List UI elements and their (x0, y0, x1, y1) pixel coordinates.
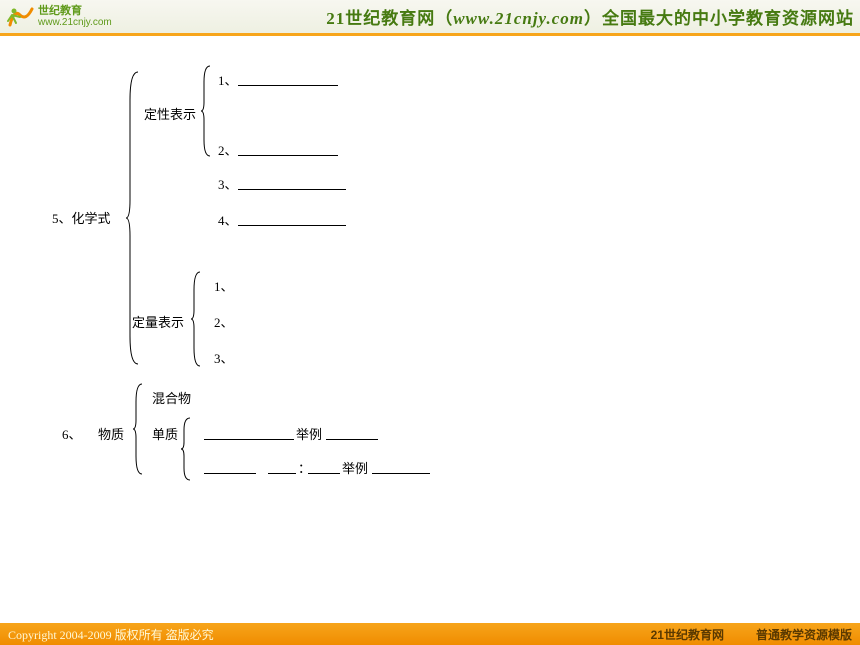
footer-bar: Copyright 2004-2009 版权所有 盗版必究 21世纪教育网 普通… (0, 623, 860, 645)
compound-blank-3[interactable] (308, 458, 340, 474)
compound-blank-1[interactable] (204, 458, 256, 474)
brace-icon (190, 270, 204, 368)
header-title: 21世纪教育网（www.21cnjy.com）全国最大的中小学教育资源网站 (326, 4, 854, 29)
example-b-blank[interactable] (372, 458, 430, 474)
brace-icon (132, 382, 146, 476)
q2-label: 2、 (218, 140, 238, 159)
site-logo: 世纪教育 www.21cnjy.com (6, 3, 112, 31)
q3-blank[interactable] (238, 174, 346, 190)
q2-blank[interactable] (238, 140, 338, 156)
quantitative-label: 定量表示 (132, 312, 184, 331)
logo-text: 世纪教育 www.21cnjy.com (38, 6, 112, 28)
example-a-blank[interactable] (326, 424, 378, 440)
example-a-label: 举例 (296, 424, 322, 443)
pure-simple-label: 单质 (152, 424, 178, 443)
q3-label: 3、 (218, 174, 238, 193)
qq3-label: 3、 (214, 348, 234, 367)
footer-site: 21世纪教育网 (651, 626, 724, 643)
section6-subject: 物质 (98, 424, 124, 443)
copyright-text: Copyright 2004-2009 版权所有 盗版必究 (8, 626, 214, 643)
header-title-url: www.21cnjy.com (453, 9, 584, 28)
qq1-label: 1、 (214, 276, 234, 295)
qq2-label: 2、 (214, 312, 234, 331)
logo-icon (6, 3, 34, 31)
example-b-label: 举例 (342, 458, 368, 477)
footer-template: 普通教学资源模版 (756, 626, 852, 643)
q1-label: 1、 (218, 70, 238, 89)
brace-icon (180, 416, 194, 482)
brace-icon (200, 64, 214, 158)
header-title-suffix: ）全国最大的中小学教育资源网站 (584, 9, 854, 28)
q4-label: 4、 (218, 210, 238, 229)
document-content: 5、化学式 定性表示 1、 2、 3、 4、 定量表示 1、 2、 3、 6、 … (0, 36, 860, 623)
logo-url: www.21cnjy.com (38, 17, 112, 28)
section6-label: 6、 (62, 424, 82, 443)
header-title-prefix: 21世纪教育网（ (326, 9, 453, 28)
qualitative-label: 定性表示 (144, 104, 196, 123)
q1-blank[interactable] (238, 70, 338, 86)
section5-label: 5、化学式 (52, 208, 111, 227)
pure-simple-blank[interactable] (204, 424, 294, 440)
q4-blank[interactable] (238, 210, 346, 226)
compound-blank-2[interactable] (268, 458, 296, 474)
mixture-label: 混合物 (152, 388, 191, 407)
header-bar: 世纪教育 www.21cnjy.com 21世纪教育网（www.21cnjy.c… (0, 0, 860, 36)
logo-upper: 世纪教育 (38, 6, 112, 17)
